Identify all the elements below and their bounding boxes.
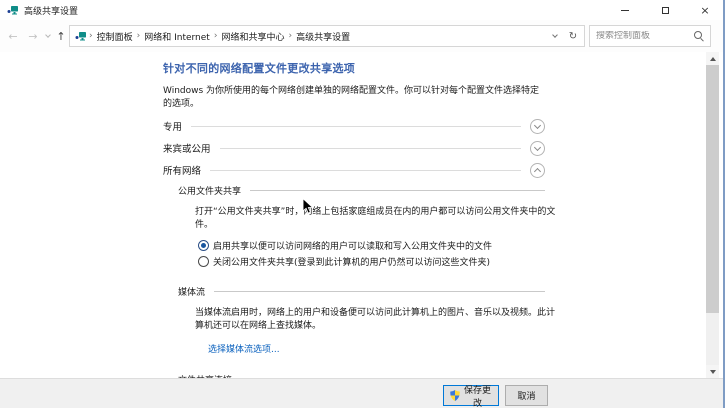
divider bbox=[214, 291, 545, 292]
section-media-streaming: 媒体流 bbox=[178, 284, 545, 298]
divider bbox=[210, 170, 521, 171]
triangle-up-icon bbox=[710, 57, 716, 61]
divider bbox=[220, 148, 521, 149]
scroll-down-button[interactable] bbox=[706, 365, 719, 378]
public-folder-sharing-options: 启用共享以便可以访问网络的用户可以读取和写入公用文件夹中的文件 关闭公用文件夹共… bbox=[198, 239, 545, 268]
profile-list: 专用 来宾或公用 所有网络 bbox=[163, 117, 545, 179]
chevron-down-icon bbox=[45, 32, 51, 38]
expand-guest-public-button[interactable] bbox=[530, 141, 545, 156]
chevron-down-icon bbox=[552, 32, 558, 38]
divider bbox=[191, 126, 521, 127]
page-title: 针对不同的网络配置文件更改共享选项 bbox=[163, 60, 545, 76]
section-title: 媒体流 bbox=[178, 285, 205, 298]
footer-bar: 保存更改 取消 bbox=[0, 378, 725, 408]
triangle-down-icon bbox=[710, 370, 716, 374]
window-controls: × bbox=[605, 0, 725, 20]
minimize-button[interactable] bbox=[605, 0, 645, 20]
profile-private-label: 专用 bbox=[163, 119, 182, 133]
maximize-button[interactable] bbox=[645, 0, 685, 20]
expand-private-button[interactable] bbox=[530, 119, 545, 134]
maximize-icon bbox=[662, 7, 669, 14]
all-networks-sections: 公用文件夹共享 打开“公用文件夹共享”时，网络上包括家庭组成员在内的用户都可以访… bbox=[178, 183, 545, 378]
close-button[interactable]: × bbox=[685, 0, 725, 20]
cancel-button[interactable]: 取消 bbox=[505, 385, 548, 406]
option-disable-public-folder-sharing[interactable]: 关闭公用文件夹共享(登录到此计算机的用户仍然可以访问这些文件夹) bbox=[198, 255, 545, 268]
minimize-icon bbox=[621, 10, 629, 11]
cancel-label: 取消 bbox=[517, 389, 535, 402]
radio-selected-icon[interactable] bbox=[198, 240, 209, 251]
radio-unselected-icon[interactable] bbox=[198, 256, 209, 267]
save-changes-button[interactable]: 保存更改 bbox=[443, 385, 499, 406]
media-streaming-description: 当媒体流启用时，网络上的用户和设备便可以访问此计算机上的图片、音乐以及视频。此计… bbox=[195, 307, 557, 333]
location-icon bbox=[75, 31, 87, 42]
title-bar: 高级共享设置 × bbox=[0, 0, 725, 20]
section-public-folder-sharing: 公用文件夹共享 bbox=[178, 183, 545, 197]
scroll-up-button[interactable] bbox=[706, 52, 719, 65]
scrollbar-thumb[interactable] bbox=[706, 65, 719, 313]
profile-guest-public[interactable]: 来宾或公用 bbox=[163, 139, 545, 157]
up-button[interactable]: ↑ bbox=[53, 20, 69, 52]
public-folder-sharing-description: 打开“公用文件夹共享”时，网络上包括家庭组成员在内的用户都可以访问公用文件夹中的… bbox=[195, 206, 557, 232]
breadcrumb-control-panel[interactable]: 控制面板 bbox=[93, 30, 137, 43]
app-icon bbox=[7, 5, 19, 16]
page-intro: Windows 为你所使用的每个网络创建单独的网络配置文件。你可以针对每个配置文… bbox=[163, 83, 545, 109]
refresh-button[interactable]: ↻ bbox=[564, 26, 582, 46]
divider bbox=[250, 190, 545, 191]
profile-private[interactable]: 专用 bbox=[163, 117, 545, 135]
breadcrumb: › 控制面板 › 网络和 Internet › 网络和共享中心 › 高级共享设置 bbox=[89, 30, 546, 43]
profile-guest-public-label: 来宾或公用 bbox=[163, 141, 211, 155]
close-icon: × bbox=[700, 5, 709, 16]
address-bar[interactable]: › 控制面板 › 网络和 Internet › 网络和共享中心 › 高级共享设置… bbox=[69, 25, 585, 47]
address-dropdown-button[interactable] bbox=[546, 26, 564, 46]
breadcrumb-network-internet[interactable]: 网络和 Internet bbox=[140, 30, 214, 43]
settings-content: 针对不同的网络配置文件更改共享选项 Windows 为你所使用的每个网络创建单独… bbox=[0, 52, 708, 378]
forward-button[interactable]: → bbox=[24, 20, 42, 52]
chevron-up-icon bbox=[534, 168, 541, 175]
search-input[interactable] bbox=[590, 31, 692, 41]
collapse-all-networks-button[interactable] bbox=[530, 163, 545, 178]
breadcrumb-advanced-sharing[interactable]: 高级共享设置 bbox=[292, 30, 354, 43]
profile-all-networks-label: 所有网络 bbox=[163, 163, 201, 177]
media-streaming-options-link[interactable]: 选择媒体流选项... bbox=[208, 342, 280, 355]
search-box bbox=[589, 25, 711, 47]
window-title: 高级共享设置 bbox=[24, 4, 78, 17]
back-button[interactable]: ← bbox=[4, 20, 22, 52]
option-label: 关闭公用文件夹共享(登录到此计算机的用户仍然可以访问这些文件夹) bbox=[213, 255, 490, 268]
chevron-down-icon bbox=[534, 143, 541, 150]
vertical-scrollbar[interactable] bbox=[706, 52, 719, 378]
breadcrumb-network-sharing-center[interactable]: 网络和共享中心 bbox=[217, 30, 288, 43]
chevron-down-icon bbox=[534, 121, 541, 128]
section-title: 公用文件夹共享 bbox=[178, 184, 241, 197]
option-label: 启用共享以便可以访问网络的用户可以读取和写入公用文件夹中的文件 bbox=[213, 239, 492, 252]
option-enable-public-folder-sharing[interactable]: 启用共享以便可以访问网络的用户可以读取和写入公用文件夹中的文件 bbox=[198, 239, 545, 252]
save-changes-label: 保存更改 bbox=[463, 383, 492, 409]
navigation-toolbar: ← → ↑ › 控制面板 › 网络和 Internet › 网络和共享中心 › … bbox=[0, 20, 725, 52]
uac-shield-icon bbox=[450, 390, 460, 401]
profile-all-networks[interactable]: 所有网络 bbox=[163, 161, 545, 179]
search-icon bbox=[692, 29, 706, 43]
